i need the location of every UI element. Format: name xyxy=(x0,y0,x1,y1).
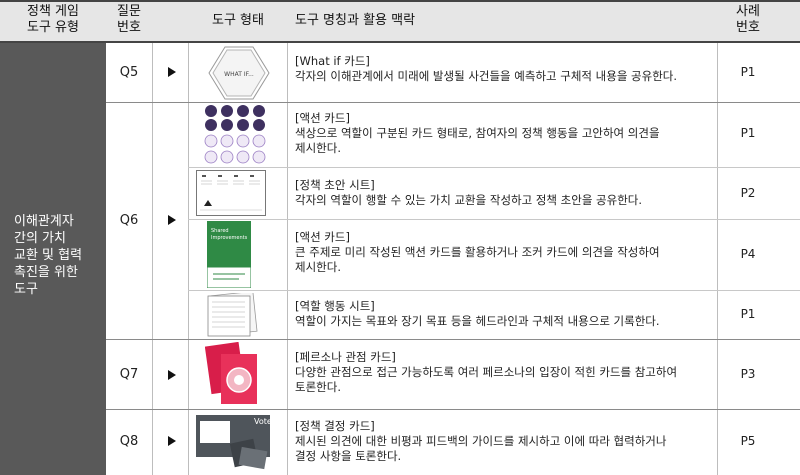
row-role-sheet-desc: [역할 행동 시트] 역할이 가지는 목표와 장기 목표 등을 헤드라인과 구체… xyxy=(295,299,715,329)
row-title: [정책 초안 시트] xyxy=(295,178,375,192)
svg-text:Vote: Vote xyxy=(254,417,272,426)
row-title: [정책 결정 카드] xyxy=(295,419,375,433)
header-q-line1: 질문 xyxy=(117,4,141,19)
arrow-icon xyxy=(168,215,176,225)
what-if-card-image: WHAT IF... xyxy=(208,46,270,100)
category-line2: 간의 가치 xyxy=(14,231,66,246)
question-q6: Q6 xyxy=(119,213,139,228)
action-card-circles-image xyxy=(204,105,266,164)
row-desc: 역할이 가지는 목표와 장기 목표 등을 헤드라인과 구체적 내용으로 기록한다… xyxy=(295,314,660,328)
row-desc-cont: 토론한다. xyxy=(295,380,341,394)
case-number: P4 xyxy=(740,247,756,261)
case-number: P1 xyxy=(740,126,756,140)
row-policy-draft-desc: [정책 초안 시트] 각자의 역할이 행할 수 있는 가치 교환을 작성하고 정… xyxy=(295,178,715,208)
category-cell: 이해관계자 간의 가치 교환 및 협력 촉진을 위한 도구 xyxy=(0,43,106,475)
svg-text:Shared: Shared xyxy=(211,228,229,234)
svg-text:WHAT IF...: WHAT IF... xyxy=(224,71,254,78)
header-type-line2: 도구 유형 xyxy=(27,20,79,35)
case-number: P1 xyxy=(740,65,756,79)
header-case-line2: 번호 xyxy=(736,20,760,35)
question-q5: Q5 xyxy=(119,65,139,80)
row-action-card2-desc: [액션 카드] 큰 주제로 미리 작성된 액션 카드를 활용하거나 조커 카드에… xyxy=(295,230,715,275)
tool-table: 정책 게임 도구 유형 질문 번호 도구 형태 도구 명칭과 활용 맥락 사례 … xyxy=(0,0,800,475)
case-number: P5 xyxy=(740,434,756,448)
row-desc-cont: 제시한다. xyxy=(295,141,341,155)
row-title: [역할 행동 시트] xyxy=(295,299,375,313)
role-action-sheet-image xyxy=(207,293,258,337)
persona-card-image xyxy=(205,342,257,404)
svg-text:Improvements: Improvements xyxy=(211,235,248,241)
row-desc: 색상으로 역할이 구분된 카드 형태로, 참여자의 정책 행동을 고안하여 의견… xyxy=(295,126,660,140)
row-desc: 각자의 역할이 행할 수 있는 가치 교환을 작성하고 정책 초안을 공유한다. xyxy=(295,193,643,207)
policy-draft-sheet-image xyxy=(196,170,266,216)
row-desc: 각자의 이해관계에서 미래에 발생될 사건들을 예측하고 구체적 내용을 공유한… xyxy=(295,69,678,83)
row-title: [액션 카드] xyxy=(295,230,350,244)
row-persona-desc: [페르소나 관점 카드] 다양한 관점으로 접근 가능하도록 여러 페르소나의 … xyxy=(295,350,715,395)
header-question: 질문 번호 xyxy=(106,0,152,45)
arrow-icon xyxy=(168,436,176,446)
category-line1: 이해관계자 xyxy=(14,214,74,229)
row-decision-desc: [정책 결정 카드] 제시된 의견에 대한 비평과 피드백의 가이드를 제시하고… xyxy=(295,419,715,464)
header-form: 도구 형태 xyxy=(212,13,264,28)
green-action-card-image: Shared Improvements xyxy=(207,221,251,288)
policy-decision-card-image: Vote xyxy=(196,415,272,470)
category-line3: 교환 및 협력 xyxy=(14,248,83,263)
category-line5: 도구 xyxy=(14,282,38,297)
question-q7: Q7 xyxy=(119,367,139,382)
category-line4: 촉진을 위한 xyxy=(14,265,78,280)
row-title: [What if 카드] xyxy=(295,54,370,68)
row-desc-cont: 결정 사항을 토론한다. xyxy=(295,449,402,463)
case-number: P2 xyxy=(740,186,756,200)
case-number: P3 xyxy=(740,367,756,381)
row-action-card-desc: [액션 카드] 색상으로 역할이 구분된 카드 형태로, 참여자의 정책 행동을… xyxy=(295,111,715,156)
case-number: P1 xyxy=(740,307,756,321)
arrow-icon xyxy=(168,370,176,380)
row-whatif-desc: [What if 카드] 각자의 이해관계에서 미래에 발생될 사건들을 예측하… xyxy=(295,54,715,84)
row-title: [페르소나 관점 카드] xyxy=(295,350,396,364)
header-case-line1: 사례 xyxy=(736,4,760,19)
row-desc-cont: 제시한다. xyxy=(295,260,341,274)
row-desc: 제시된 의견에 대한 비평과 피드백의 가이드를 제시하고 이에 따라 협력하거… xyxy=(295,434,667,448)
row-title: [액션 카드] xyxy=(295,111,350,125)
header-type: 정책 게임 도구 유형 xyxy=(0,0,106,45)
question-q8: Q8 xyxy=(119,434,139,449)
arrow-icon xyxy=(168,67,176,77)
header-q-line2: 번호 xyxy=(117,20,141,35)
header-name: 도구 명칭과 활용 맥락 xyxy=(295,13,416,28)
header-type-line1: 정책 게임 xyxy=(27,4,79,19)
header-case: 사례 번호 xyxy=(728,0,768,45)
row-desc: 큰 주제로 미리 작성된 액션 카드를 활용하거나 조커 카드에 의견을 작성하… xyxy=(295,245,660,259)
row-desc: 다양한 관점으로 접근 가능하도록 여러 페르소나의 입장이 적힌 카드를 참고… xyxy=(295,365,678,379)
